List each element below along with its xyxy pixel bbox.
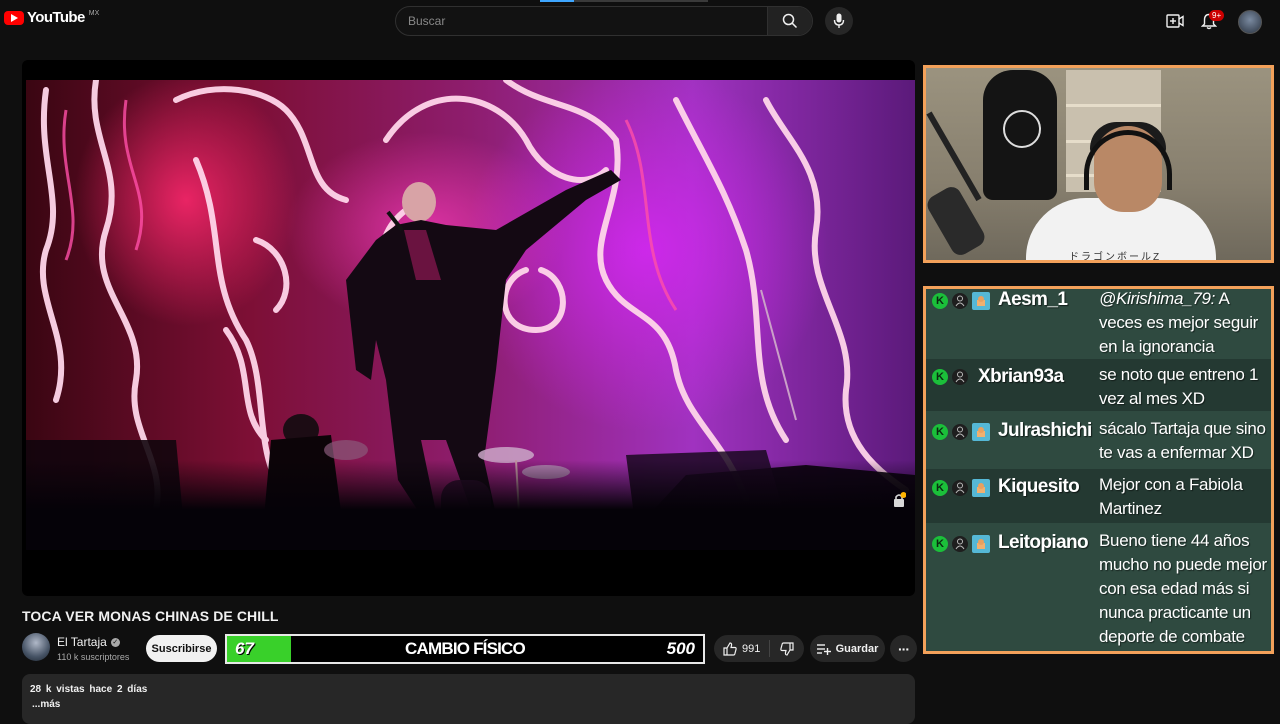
watch-progress-fill (540, 0, 574, 2)
user-badge-icon (952, 369, 968, 385)
thumbs-up-icon (723, 641, 737, 656)
search-box (395, 6, 813, 36)
microphone-icon (833, 13, 845, 28)
channel-name-row[interactable]: El Tartaja ✓ (57, 635, 120, 649)
save-button[interactable]: Guardar (810, 635, 885, 662)
stage-floor (26, 460, 915, 550)
chat-username: Aesm_1 (998, 289, 1068, 310)
chat-username: Xbrian93a (978, 366, 1064, 387)
kick-badge-icon: K (932, 536, 948, 552)
channel-subscribers: 110 k suscriptores (57, 652, 130, 662)
video-stats: 28 k vistas hace 2 días (30, 684, 147, 695)
streamer-webcam: ドラゴンボールZ (923, 65, 1274, 263)
chat-message: K Leitopiano Bueno tiene 44 años mucho n… (926, 525, 1271, 651)
kick-badge-icon: K (932, 369, 948, 385)
goal-label: CAMBIO FÍSICO (405, 639, 526, 658)
user-badge-icon (952, 536, 968, 552)
create-button[interactable] (1162, 8, 1188, 34)
goal-current-value: 67 (235, 639, 254, 658)
add-to-playlist-icon (816, 643, 831, 655)
search-input[interactable] (396, 7, 767, 35)
chat-mention: @Kirishima_79: (1099, 289, 1216, 308)
video-frame (26, 80, 915, 550)
subscriber-badge-icon (972, 423, 990, 441)
goal-target-value: 500 (666, 639, 695, 658)
description-box[interactable]: 28 k vistas hace 2 días ...más (22, 674, 915, 724)
subscriber-badge-icon (972, 479, 990, 497)
goal-overlay: CAMBIO FÍSICO 67 500 (225, 634, 705, 664)
chat-text: Bueno tiene 44 años mucho no puede mejor… (1099, 531, 1267, 646)
video-title: TOCA VER MONAS CHINAS DE CHILL (22, 608, 279, 624)
upload-date: hace 2 días (89, 684, 148, 695)
kick-badge-icon: K (932, 293, 948, 309)
user-badge-icon (952, 424, 968, 440)
voice-search-button[interactable] (825, 7, 853, 35)
chat-message: K Kiquesito Mejor con a Fabiola Martinez (926, 469, 1271, 523)
chat-text: Mejor con a Fabiola Martinez (1099, 475, 1243, 518)
view-count: 28 k vistas (30, 684, 85, 695)
kick-badge-icon: K (932, 424, 948, 440)
save-label: Guardar (835, 642, 879, 655)
chat-message: K Aesm_1 @Kirishima_79: A veces es mejor… (926, 289, 1271, 357)
watch-progress-strip (540, 0, 708, 2)
chat-message: K Xbrian93a se noto que entreno 1 vez al… (926, 359, 1271, 411)
youtube-logo[interactable]: YouTube MX (4, 9, 100, 26)
chat-text: @Kirishima_79: A veces es mejor seguir e… (1099, 289, 1259, 356)
hanging-hoodie (983, 70, 1057, 200)
youtube-play-icon (4, 11, 24, 25)
chat-overlay: K Aesm_1 @Kirishima_79: A veces es mejor… (923, 286, 1274, 654)
logo-country: MX (88, 10, 100, 17)
search-button[interactable] (767, 7, 812, 35)
lock-icon (894, 492, 906, 507)
logo-text: YouTube (27, 9, 85, 26)
chat-username: Julrashichi (998, 420, 1092, 441)
video-player[interactable] (22, 60, 915, 596)
notification-badge: 9+ (1209, 10, 1225, 21)
subscriber-badge-icon (972, 535, 990, 553)
chat-message: K Julrashichi sácalo Tartaja que sino te… (926, 413, 1271, 467)
like-count: 991 (742, 642, 761, 655)
like-button[interactable]: 991 (714, 640, 770, 657)
chat-text: se noto que entreno 1 vez al mes XD (1099, 365, 1259, 408)
subscribe-button[interactable]: Suscribirse (146, 635, 217, 662)
kick-badge-icon: K (932, 480, 948, 496)
channel-name[interactable]: El Tartaja (57, 635, 107, 649)
subscriber-badge-icon (972, 292, 990, 310)
chat-text: sácalo Tartaja que sino te vas a enferma… (1099, 419, 1266, 462)
channel-avatar[interactable] (22, 633, 50, 661)
thumbs-down-icon (780, 641, 794, 656)
shirt-print: ドラゴンボールZ (1069, 252, 1162, 263)
verified-icon: ✓ (110, 637, 120, 647)
chat-username: Kiquesito (998, 476, 1080, 497)
chat-username: Leitopiano (998, 532, 1089, 553)
more-actions-button[interactable]: ··· (890, 635, 917, 662)
like-dislike-group: 991 (714, 635, 804, 662)
show-more-link[interactable]: ...más (32, 699, 60, 710)
dislike-button[interactable] (770, 641, 804, 656)
user-badge-icon (952, 480, 968, 496)
user-badge-icon (952, 293, 968, 309)
account-avatar[interactable] (1238, 10, 1262, 34)
create-video-icon (1166, 14, 1184, 28)
search-icon (782, 13, 798, 29)
